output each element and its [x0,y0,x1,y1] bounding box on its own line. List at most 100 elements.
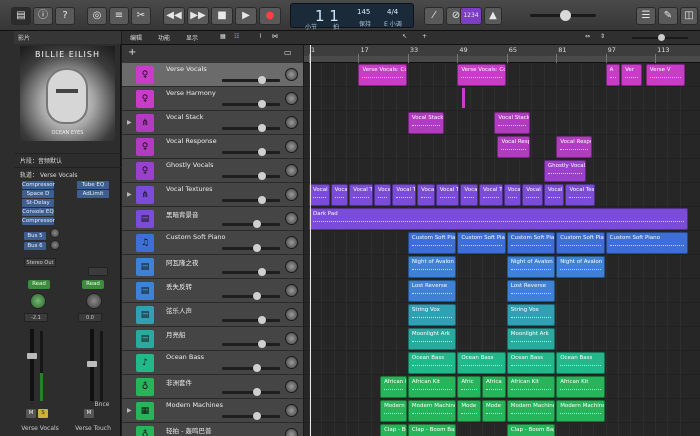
region[interactable]: Vocal Stack [407,112,444,134]
lcd-display[interactable]: 1 1 小节 拍 145 保持 4/4 E 小调 [290,3,414,31]
automation-read-right[interactable]: Read [82,280,104,289]
track-pan-knob[interactable] [285,188,298,201]
region[interactable]: African Kit [556,376,605,398]
track-header[interactable]: ♁ 非洲套件M∩● [122,375,303,406]
track-header[interactable]: ▶ ▦ Modern Machines M∩● [122,399,303,430]
track-header[interactable]: ♀ Vocal Response M∩● [122,135,303,166]
track-name[interactable]: Verse Harmony [166,89,216,97]
region[interactable]: Vocal Text [435,184,460,206]
region[interactable]: Ocean Bass [457,352,506,374]
region[interactable]: Modern Machines [407,400,457,422]
region[interactable]: Vocal Text [543,184,565,206]
track-pan-knob[interactable] [285,140,298,153]
cycle-region-strip[interactable] [304,56,700,62]
track-header[interactable]: ▤ 月亮船M∩● [122,327,303,358]
region[interactable]: Clap - Boo [380,424,407,436]
track-pan-knob[interactable] [285,116,298,129]
plugin-slot[interactable]: Console EQ [22,208,54,216]
flex-icon[interactable]: ⋈ [272,33,278,40]
region[interactable]: Custom Soft Piano [506,232,556,254]
arrange-area[interactable]: Verse Vocals: Comp B Verse Vocals: Comp A V… [304,63,700,436]
region[interactable]: Custom Soft Piano [605,232,689,254]
track-volume-knob[interactable] [258,76,266,84]
track-volume-slider[interactable] [222,271,280,274]
track-pan-knob[interactable] [285,164,298,177]
snap-icon[interactable]: ⇔ [585,33,590,40]
region[interactable]: String Vox [506,304,556,326]
list-editor-icon[interactable]: ☰ [636,7,656,25]
region[interactable]: Africa [482,376,506,398]
pan-knob-left[interactable] [30,293,46,309]
notepad-icon[interactable]: ✎ [658,7,678,25]
fader-handle-left[interactable] [27,353,37,359]
region[interactable]: Modern Machines [506,400,556,422]
track-name[interactable]: Vocal Stack [166,113,203,121]
send-bus-5[interactable]: Bus 5 [24,232,46,240]
region[interactable]: African Kit [506,376,556,398]
track-name[interactable]: Ocean Bass [166,353,204,361]
track-header[interactable]: ▶ ⋔ Vocal Textures M∩● [122,183,303,214]
automation-read-left[interactable]: Read [28,280,50,289]
track-volume-knob[interactable] [253,244,261,252]
plugin-slot[interactable]: Compressor [22,217,55,225]
region[interactable]: Vocal Text [522,184,543,206]
region[interactable]: Ocean Bass [506,352,556,374]
region[interactable]: Moonlight Ark [407,328,457,350]
track-volume-slider[interactable] [222,103,280,106]
region[interactable]: Vocal Respo [556,136,593,158]
track-header[interactable]: ♀ Ghostly Vocals M∩● [122,159,303,190]
mute-button-left[interactable]: M [26,409,36,418]
track-name[interactable]: 轻拍 - 轰鸣巴普 [166,425,211,435]
tuner-icon[interactable]: ⁄ [424,7,444,25]
region[interactable]: Vocal T [460,184,478,206]
track-volume-knob[interactable] [258,268,266,276]
track-pan-knob[interactable] [285,332,298,345]
automation-icon[interactable]: ⌇ [259,33,262,40]
metronome-toggle-icon[interactable]: ▲ [484,7,502,25]
region-inspector-row[interactable]: 片段：音频默认 [14,153,121,165]
track-volume-knob[interactable] [253,220,261,228]
track-volume-slider[interactable] [222,295,280,298]
region[interactable]: Night of Avalon [556,256,605,278]
region[interactable]: Ocean Bass [556,352,605,374]
track-volume-slider[interactable] [222,151,280,154]
library-icon[interactable]: ▤ [11,7,31,25]
region[interactable]: Night of Avalon [506,256,556,278]
track-volume-slider[interactable] [222,319,280,322]
track-volume-knob[interactable] [258,196,266,204]
region[interactable]: Vocal Te [309,184,330,206]
track-inspector-row[interactable]: 轨道： Verse Vocals [14,167,121,179]
output-selector-right[interactable] [88,267,108,276]
disclosure-triangle-icon[interactable]: ▶ [127,119,132,126]
region[interactable]: Ver [621,64,642,86]
region[interactable]: Vocal T [330,184,349,206]
track-lane[interactable] [304,279,700,303]
track-header[interactable]: ♀ Verse Harmony M∩● [122,87,303,118]
track-volume-knob[interactable] [258,100,266,108]
volume-value-right[interactable]: 0.0 [78,313,102,322]
grid-view-icon[interactable]: ▦ [220,33,226,40]
region[interactable]: Night of Avalon [407,256,457,278]
track-volume-slider[interactable] [222,367,280,370]
fast-forward-icon[interactable]: ▶▶ [187,7,209,25]
menu-view[interactable]: 显示 [186,33,198,42]
track-pan-knob[interactable] [285,68,298,81]
track-volume-knob[interactable] [253,292,261,300]
plugin-slot[interactable]: Space D [22,190,54,198]
plugin-slot[interactable]: St-Delay [22,199,54,207]
add-track-icon[interactable]: + [128,47,136,58]
track-lane[interactable] [304,327,700,351]
track-name[interactable]: 阿瓦隆之夜 [166,257,199,267]
track-volume-knob[interactable] [253,364,261,372]
mixer-icon[interactable]: ≡ [109,7,129,25]
region[interactable]: Custom Soft Piano [457,232,506,254]
play-icon[interactable]: ▶ [235,7,257,25]
region[interactable]: String Vox [407,304,457,326]
track-header[interactable]: ♪ Ocean Bass M∩● [122,351,303,382]
region[interactable]: Lost Reverse [506,280,556,302]
region[interactable]: Verse Vocals: Comp B [358,64,407,86]
region[interactable]: Vocal T [503,184,522,206]
region[interactable]: Mode [482,400,506,422]
volume-value-left[interactable]: -2.1 [24,313,48,322]
region[interactable]: Ghostly Vocals [543,160,587,182]
